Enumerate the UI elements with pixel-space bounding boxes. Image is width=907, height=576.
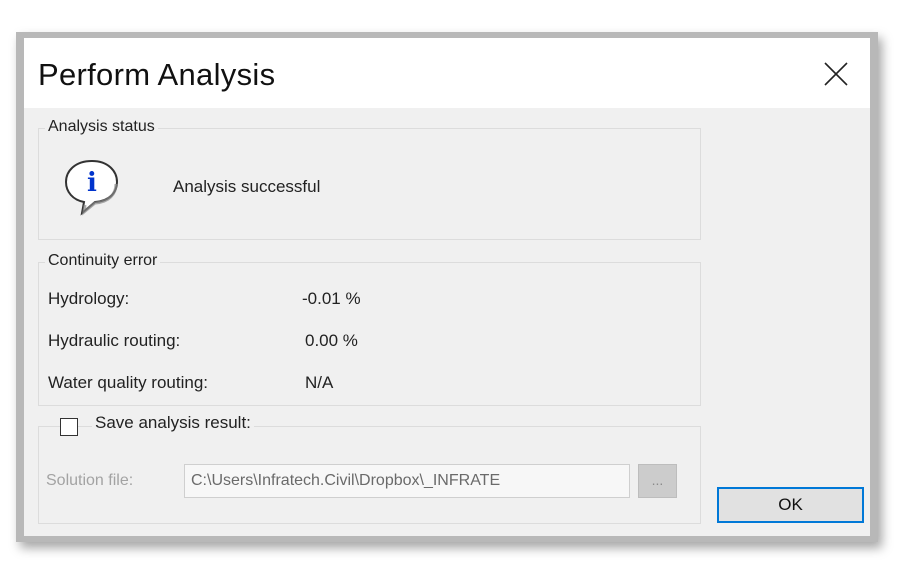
hydrology-label: Hydrology:: [48, 289, 130, 308]
dialog-title: Perform Analysis: [38, 57, 276, 92]
browse-button[interactable]: ...: [638, 464, 677, 498]
hydraulic-routing-value: 0.00 %: [305, 331, 358, 350]
analysis-status-message: Analysis successful: [173, 177, 321, 196]
info-icon: i: [62, 157, 122, 217]
analysis-status-label: Analysis status: [45, 118, 158, 136]
continuity-error-label: Continuity error: [45, 252, 161, 270]
water-quality-routing-label: Water quality routing:: [48, 373, 208, 392]
ok-button[interactable]: OK: [717, 487, 864, 523]
save-result-checkbox[interactable]: [60, 418, 78, 436]
save-result-label: Save analysis result:: [92, 413, 254, 433]
water-quality-routing-value: N/A: [305, 373, 334, 392]
continuity-error-group: Continuity error Hydrology: -0.01 % Hydr…: [38, 252, 701, 406]
hydraulic-routing-label: Hydraulic routing:: [48, 331, 181, 350]
svg-text:i: i: [87, 168, 97, 198]
title-bar: Perform Analysis: [24, 38, 870, 108]
close-icon[interactable]: [814, 52, 858, 96]
solution-file-input[interactable]: C:\Users\Infratech.Civil\Dropbox\_INFRAT…: [184, 464, 630, 498]
hydrology-value: -0.01 %: [302, 289, 361, 308]
analysis-status-group: Analysis status i Analysis successful: [38, 118, 701, 240]
solution-file-label: Solution file:: [46, 472, 134, 489]
